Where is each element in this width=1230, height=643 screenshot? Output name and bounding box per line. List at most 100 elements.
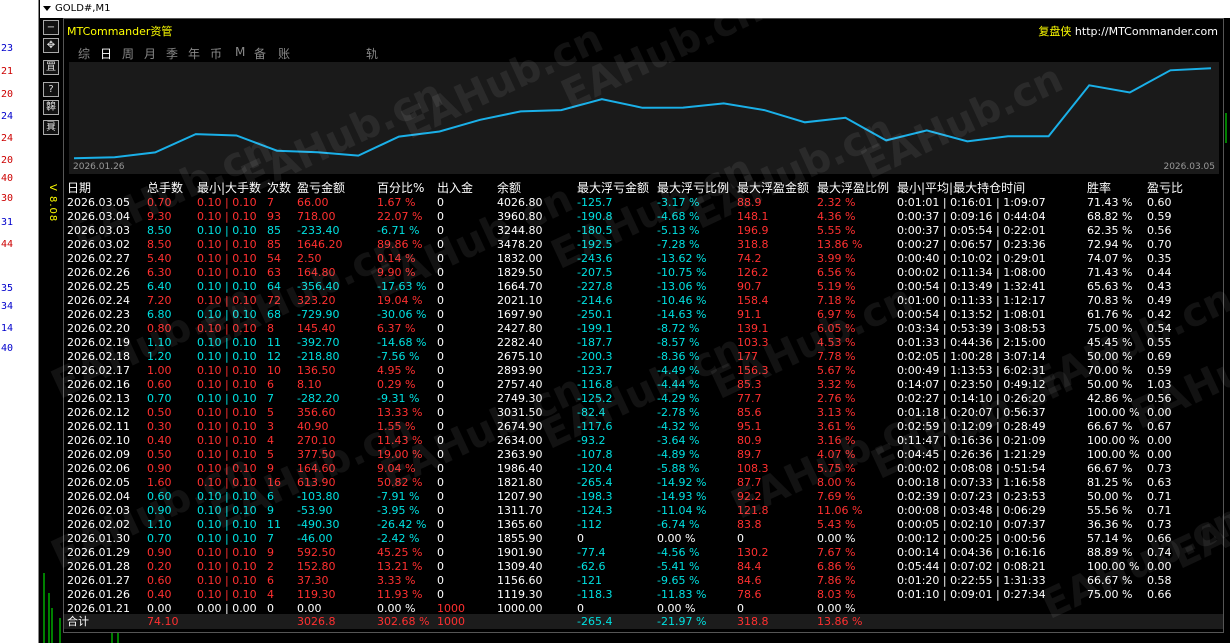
column-header[interactable]: 胜率 [1087, 179, 1111, 196]
tab-4[interactable]: 季 [166, 45, 178, 62]
table-cell: 119.30 [297, 588, 336, 601]
column-header[interactable]: 最小|大手数 [197, 179, 261, 196]
table-cell: 2.76 % [817, 392, 856, 405]
brand-url[interactable]: http://MTCommander.com [1075, 25, 1218, 38]
table-cell: 0.66 [1147, 532, 1172, 545]
table-cell: 0.56 [1147, 224, 1172, 237]
table-cell: 8.00 % [817, 476, 856, 489]
column-header[interactable]: 盈亏比 [1147, 179, 1183, 196]
table-cell: 89.86 % [377, 238, 423, 251]
panel-brand[interactable]: 复盘侠 http://MTCommander.com [1038, 23, 1218, 39]
table-cell: 0:02:27 | 0:14:10 | 0:26:20 [897, 392, 1046, 405]
table-cell: -13.62 % [657, 252, 707, 265]
column-header[interactable]: 日期 [67, 179, 91, 196]
table-cell: 136.50 [297, 364, 336, 377]
column-header[interactable]: 最小|平均|最大持仓时间 [897, 179, 1025, 196]
table-cell: 0.69 [1147, 350, 1172, 363]
table-cell: 66.00 [297, 196, 329, 209]
table-cell: 11.06 % [817, 504, 863, 517]
table-cell: -265.4 [577, 476, 613, 489]
table-row: 2026.03.04 9.30 0.10 | 0.10 93 718.00 22.07 %… [64, 210, 1223, 224]
table-cell: 90.7 [737, 280, 762, 293]
table-cell: 130.2 [737, 546, 769, 559]
table-cell: 1311.70 [497, 504, 543, 517]
table-cell: -14.63 % [657, 308, 707, 321]
table-cell: 2026.02.03 [67, 504, 130, 517]
tab-2[interactable]: 周 [122, 45, 134, 62]
table-cell: 0.20 [147, 560, 172, 573]
tool-button-6[interactable]: 㠱 [43, 120, 59, 135]
table-cell: -4.49 % [657, 364, 700, 377]
table-cell: -218.80 [297, 350, 340, 363]
table-cell: 103.3 [737, 336, 769, 349]
column-header[interactable]: 最大浮亏比例 [657, 179, 729, 196]
table-cell: 13.86 % [817, 238, 863, 251]
move-button[interactable]: ✥ [43, 38, 59, 53]
column-header[interactable]: 盈亏金额 [297, 179, 345, 196]
tab-5[interactable]: 年 [188, 45, 200, 62]
tab-0[interactable]: 综 [78, 45, 90, 62]
table-cell: -120.4 [577, 462, 613, 475]
column-header[interactable]: 出入金 [437, 179, 473, 196]
table-cell: 0.00 % [817, 532, 856, 545]
column-header[interactable]: 次数 [267, 179, 291, 196]
table-cell: 78.6 [737, 588, 762, 601]
column-header[interactable]: 最大浮盈比例 [817, 179, 889, 196]
table-cell: 1207.90 [497, 490, 543, 503]
table-cell: 1.60 [147, 476, 172, 489]
table-cell: 0.40 [147, 434, 172, 447]
tab-3[interactable]: 月 [144, 45, 156, 62]
table-cell: 0.10 | 0.10 [197, 490, 257, 503]
tab-8[interactable]: 备 [254, 45, 266, 62]
table-cell: 87.7 [737, 476, 762, 489]
table-cell: 83.8 [737, 518, 762, 531]
table-cell: 2.32 % [817, 196, 856, 209]
table-cell: 0.10 | 0.10 [197, 476, 257, 489]
table-row: 2026.02.10 0.40 0.10 | 0.10 4 270.10 11.43 % 0… [64, 434, 1223, 448]
table-cell: 0:01:00 | 0:11:33 | 1:12:17 [897, 294, 1046, 307]
column-header[interactable]: 最大浮盈金额 [737, 179, 809, 196]
table-cell: -116.8 [577, 378, 613, 391]
table-cell: 0 [437, 266, 444, 279]
table-cell: 92.2 [737, 490, 762, 503]
settings-button[interactable]: 罝 [43, 60, 59, 75]
table-cell: 0.10 | 0.10 [197, 294, 257, 307]
table-cell: 81.25 % [1087, 476, 1133, 489]
table-cell: -4.89 % [657, 448, 700, 461]
column-header[interactable]: 总手数 [147, 179, 183, 196]
table-cell: 2026.02.12 [67, 406, 130, 419]
tab-7[interactable]: M [235, 45, 245, 59]
column-header[interactable]: 百分比% [377, 179, 424, 196]
chart-title-bar[interactable]: GOLD#,M1 [40, 0, 1230, 19]
equity-line [73, 67, 1212, 160]
help-button[interactable]: ? [43, 82, 59, 97]
table-cell: 2282.40 [497, 336, 543, 349]
tab-6[interactable]: 币 [210, 45, 222, 62]
strip-value: 35 [0, 283, 13, 294]
tab-1[interactable]: 日 [100, 45, 112, 62]
strip-value: 40 [0, 343, 13, 354]
table-cell: 121.8 [737, 504, 769, 517]
table-cell: 100.00 % [1087, 406, 1140, 419]
tool-button-5[interactable]: 韟 [43, 100, 59, 115]
table-cell: 0 [437, 434, 444, 447]
column-header[interactable]: 最大浮亏金额 [577, 179, 649, 196]
table-cell: 0.10 | 0.10 [197, 588, 257, 601]
table-cell: 270.10 [297, 434, 336, 447]
table-cell: 1.10 [147, 518, 172, 531]
chart-menu-icon[interactable] [43, 6, 51, 11]
table-cell: 0 [437, 294, 444, 307]
table-cell: 2026.02.05 [67, 476, 130, 489]
table-cell: 1119.30 [497, 588, 543, 601]
table-cell: -9.31 % [377, 392, 420, 405]
table-cell: 718.00 [297, 210, 336, 223]
table-cell: 7.20 [147, 294, 172, 307]
table-cell: 0.90 [147, 504, 172, 517]
table-cell: 0.10 | 0.10 [197, 336, 257, 349]
column-header[interactable]: 余额 [497, 179, 521, 196]
minimize-button[interactable]: − [43, 20, 59, 35]
table-cell: 0:01:10 | 0:09:01 | 0:27:34 [897, 588, 1046, 601]
table-cell: 0 [437, 448, 444, 461]
table-cell: 0.30 [147, 420, 172, 433]
table-cell: 6.56 % [817, 266, 856, 279]
